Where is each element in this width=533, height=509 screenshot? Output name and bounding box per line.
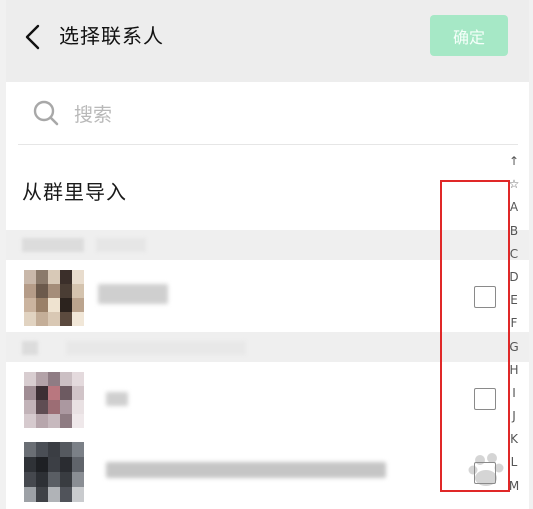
contact-name [106,462,386,478]
avatar [24,270,84,326]
index-item-b[interactable]: B [502,220,526,243]
contact-row[interactable] [6,436,496,509]
index-item-h[interactable]: H [502,359,526,382]
contact-row[interactable] [6,362,496,434]
index-item-star[interactable]: ☆ [502,173,526,196]
index-item-e[interactable]: E [502,289,526,312]
avatar [24,372,84,428]
avatar [24,442,84,502]
section-header-label [22,238,84,252]
contact-name [106,392,128,406]
search-bar [18,84,518,145]
import-from-group-label: 从群里导入 [22,180,127,204]
index-item-j[interactable]: J [502,405,526,428]
chevron-left-icon [25,24,40,50]
section-header-label [22,341,38,355]
contact-row[interactable] [6,260,496,332]
index-item-up-arrow[interactable]: ↑ [502,150,526,173]
top-bar: 选择联系人 确定 [6,0,529,82]
confirm-button[interactable]: 确定 [430,15,508,56]
watermark-paw-icon [468,453,504,486]
index-item-i[interactable]: I [502,382,526,405]
index-item-d[interactable]: D [502,266,526,289]
search-icon [33,100,59,126]
index-item-c[interactable]: C [502,243,526,266]
back-button[interactable] [20,22,46,52]
index-item-g[interactable]: G [502,336,526,359]
import-from-group-row[interactable]: 从群里导入 [6,150,496,230]
page-title: 选择联系人 [59,24,164,48]
search-input[interactable] [72,98,476,132]
index-item-f[interactable]: F [502,312,526,335]
contact-name [98,284,168,304]
section-header-label [96,238,146,252]
section-header-label [66,341,246,355]
frame-right [529,0,533,509]
index-item-a[interactable]: A [502,196,526,219]
